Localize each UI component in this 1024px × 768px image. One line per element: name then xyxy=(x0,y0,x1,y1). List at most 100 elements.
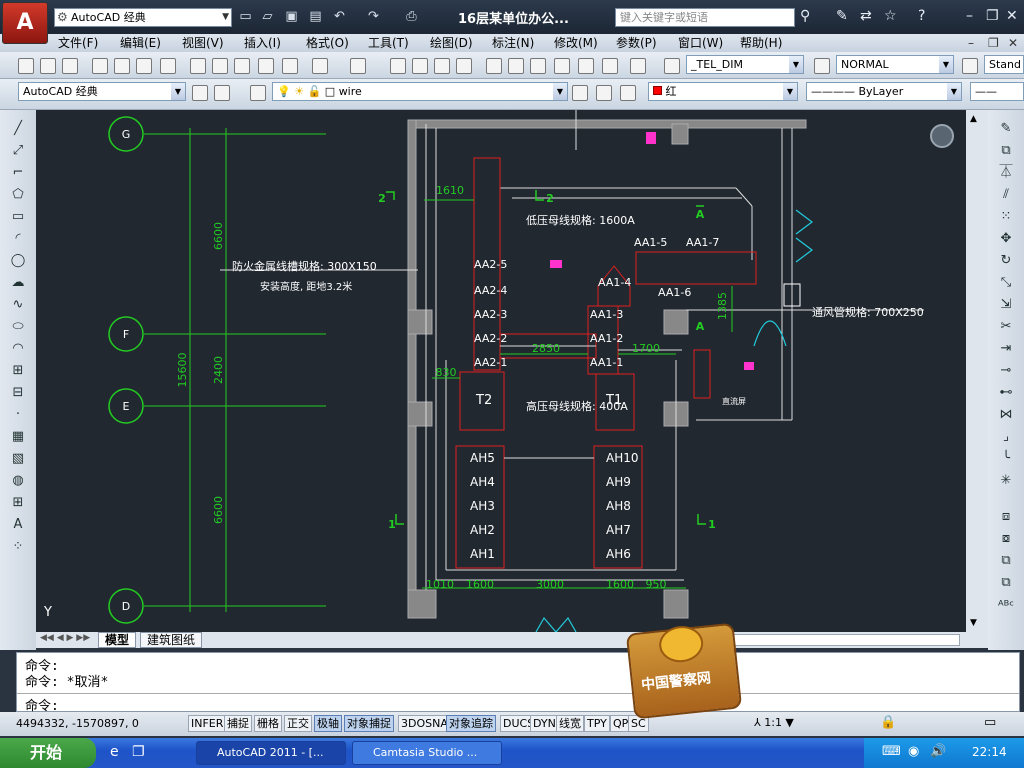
quicklaunch-icon[interactable]: ❐ xyxy=(132,744,145,760)
markup-icon[interactable] xyxy=(578,58,594,74)
close-icon[interactable]: ✕ xyxy=(1006,8,1018,24)
tab-architecture[interactable]: 建筑图纸 xyxy=(140,632,203,648)
zoom-window-icon[interactable] xyxy=(434,58,450,74)
mtext-icon[interactable]: A xyxy=(9,516,27,534)
menu-parametric[interactable]: 参数(P) xyxy=(616,34,657,52)
matchprop-icon[interactable] xyxy=(258,58,274,74)
workspace-dropdown[interactable]: AutoCAD 经典 ▼ xyxy=(18,82,186,101)
line-icon[interactable]: ╱ xyxy=(9,120,27,138)
task-camtasia[interactable]: Camtasia Studio ... xyxy=(352,741,502,765)
navigation-wheel-icon[interactable] xyxy=(930,124,954,148)
help-toolbar-icon[interactable] xyxy=(630,58,646,74)
make-current-icon[interactable] xyxy=(572,85,588,101)
doc-minimize-icon[interactable]: – xyxy=(968,34,974,52)
zoom-realtime-icon[interactable] xyxy=(412,58,428,74)
layer-state-icon[interactable] xyxy=(620,85,636,101)
qnew-icon[interactable] xyxy=(18,58,34,74)
menu-draw[interactable]: 绘图(D) xyxy=(430,34,473,52)
text-front-icon[interactable]: ᴬᴮᶜ xyxy=(997,598,1015,616)
annotation-scale[interactable]: ⅄ 1:1 ▼ xyxy=(754,716,794,729)
copy-object-icon[interactable]: ⧉ xyxy=(997,142,1015,160)
lineweight-dropdown[interactable]: —— xyxy=(970,82,1024,101)
save-file-icon[interactable] xyxy=(62,58,78,74)
doc-restore-icon[interactable]: ❐ xyxy=(988,34,999,52)
clean-screen-icon[interactable]: ▭ xyxy=(984,715,996,730)
open-file-icon[interactable] xyxy=(40,58,56,74)
tab-model[interactable]: 模型 xyxy=(98,632,137,648)
menu-tools[interactable]: 工具(T) xyxy=(368,34,409,52)
mirror-icon[interactable]: ⏄ xyxy=(997,164,1015,182)
status-snap[interactable]: 捕捉 xyxy=(224,715,252,732)
sheetset-icon[interactable] xyxy=(554,58,570,74)
open-icon[interactable]: ▱ xyxy=(260,9,275,24)
draworder-above-icon[interactable]: ⧉ xyxy=(997,552,1015,570)
arc-icon[interactable]: ◜ xyxy=(9,230,27,248)
rectangle-icon[interactable]: ▭ xyxy=(9,208,27,226)
table-style-icon[interactable] xyxy=(962,58,978,74)
menu-insert[interactable]: 插入(I) xyxy=(244,34,281,52)
break-icon[interactable]: ⊷ xyxy=(997,384,1015,402)
extend-icon[interactable]: ⇥ xyxy=(997,340,1015,358)
lock-status-icon[interactable]: 🔒 xyxy=(880,715,896,730)
menu-edit[interactable]: 编辑(E) xyxy=(120,34,161,52)
ellipse-icon[interactable]: ⬭ xyxy=(9,318,27,336)
designcenter-icon[interactable] xyxy=(508,58,524,74)
join-icon[interactable]: ⋈ xyxy=(997,406,1015,424)
workspace-save-icon[interactable] xyxy=(214,85,230,101)
exchange-icon[interactable]: ⇄ xyxy=(860,8,872,24)
blockeditor-icon[interactable] xyxy=(282,58,298,74)
ie-icon[interactable]: e xyxy=(110,744,119,760)
preview-icon[interactable] xyxy=(114,58,130,74)
status-tpy[interactable]: TPY xyxy=(584,715,610,732)
status-ortho[interactable]: 正交 xyxy=(284,715,312,732)
layer-dropdown[interactable]: 💡 ☀ 🔓 □ wire ▼ xyxy=(272,82,568,101)
plot-icon[interactable]: ⎙ xyxy=(404,9,419,24)
status-lwt[interactable]: 线宽 xyxy=(556,715,584,732)
tools-icon[interactable]: ✎ xyxy=(836,8,848,24)
vertical-scrollbar[interactable]: ▲ ▼ xyxy=(966,110,988,632)
add-selected-icon[interactable]: ⁘ xyxy=(9,538,27,556)
stretch-icon[interactable]: ⇲ xyxy=(997,296,1015,314)
properties-icon[interactable] xyxy=(486,58,502,74)
status-osnap[interactable]: 对象捕捉 xyxy=(344,715,394,732)
zoom-previous-icon[interactable] xyxy=(456,58,472,74)
spline-icon[interactable]: ∿ xyxy=(9,296,27,314)
new-icon[interactable]: ▭ xyxy=(238,9,253,24)
layer-previous-icon[interactable] xyxy=(596,85,612,101)
array-icon[interactable]: ⁙ xyxy=(997,208,1015,226)
linetype-dropdown[interactable]: ———— ByLayer ▼ xyxy=(806,82,962,101)
menu-view[interactable]: 视图(V) xyxy=(182,34,224,52)
table-icon[interactable]: ⊞ xyxy=(9,494,27,512)
make-block-icon[interactable]: ⊟ xyxy=(9,384,27,402)
favorites-icon[interactable]: ☆ xyxy=(884,8,897,24)
trim-icon[interactable]: ✂ xyxy=(997,318,1015,336)
ellipse-arc-icon[interactable]: ◠ xyxy=(9,340,27,358)
workspace-settings-icon[interactable] xyxy=(192,85,208,101)
draworder-back-icon[interactable]: ⧇ xyxy=(997,530,1015,548)
pan-icon[interactable] xyxy=(390,58,406,74)
revcloud-icon[interactable]: ☁ xyxy=(9,274,27,292)
help-icon[interactable]: ? xyxy=(918,8,925,24)
menu-dimension[interactable]: 标注(N) xyxy=(492,34,534,52)
draworder-front-icon[interactable]: ⧈ xyxy=(997,508,1015,526)
binoculars-icon[interactable]: ⚲ xyxy=(800,8,810,24)
menu-modify[interactable]: 修改(M) xyxy=(554,34,598,52)
saveas-icon[interactable]: ▤ xyxy=(308,9,323,24)
plot-file-icon[interactable] xyxy=(92,58,108,74)
ime-icon[interactable]: ⌨ xyxy=(882,744,901,759)
save-icon[interactable]: ▣ xyxy=(284,9,299,24)
tab-nav-icons[interactable]: ◀◀ ◀ ▶ ▶▶ xyxy=(40,633,90,643)
doc-close-icon[interactable]: ✕ xyxy=(1008,34,1018,52)
toolbar-undo-icon[interactable] xyxy=(312,58,328,74)
workspace-switcher[interactable]: ⚙ AutoCAD 经典 ▼ xyxy=(54,8,232,27)
minimize-icon[interactable]: – xyxy=(966,8,973,24)
break-point-icon[interactable]: ⊸ xyxy=(997,362,1015,380)
layer-manager-icon[interactable] xyxy=(250,85,266,101)
chamfer-icon[interactable]: ⌟ xyxy=(997,428,1015,446)
publish-icon[interactable] xyxy=(136,58,152,74)
fillet-icon[interactable]: ╰ xyxy=(997,450,1015,468)
application-menu-button[interactable]: A xyxy=(2,2,48,44)
status-otrack[interactable]: 对象追踪 xyxy=(446,715,496,732)
draworder-under-icon[interactable]: ⧉ xyxy=(997,574,1015,592)
search-input[interactable]: 键入关键字或短语 xyxy=(615,8,795,27)
